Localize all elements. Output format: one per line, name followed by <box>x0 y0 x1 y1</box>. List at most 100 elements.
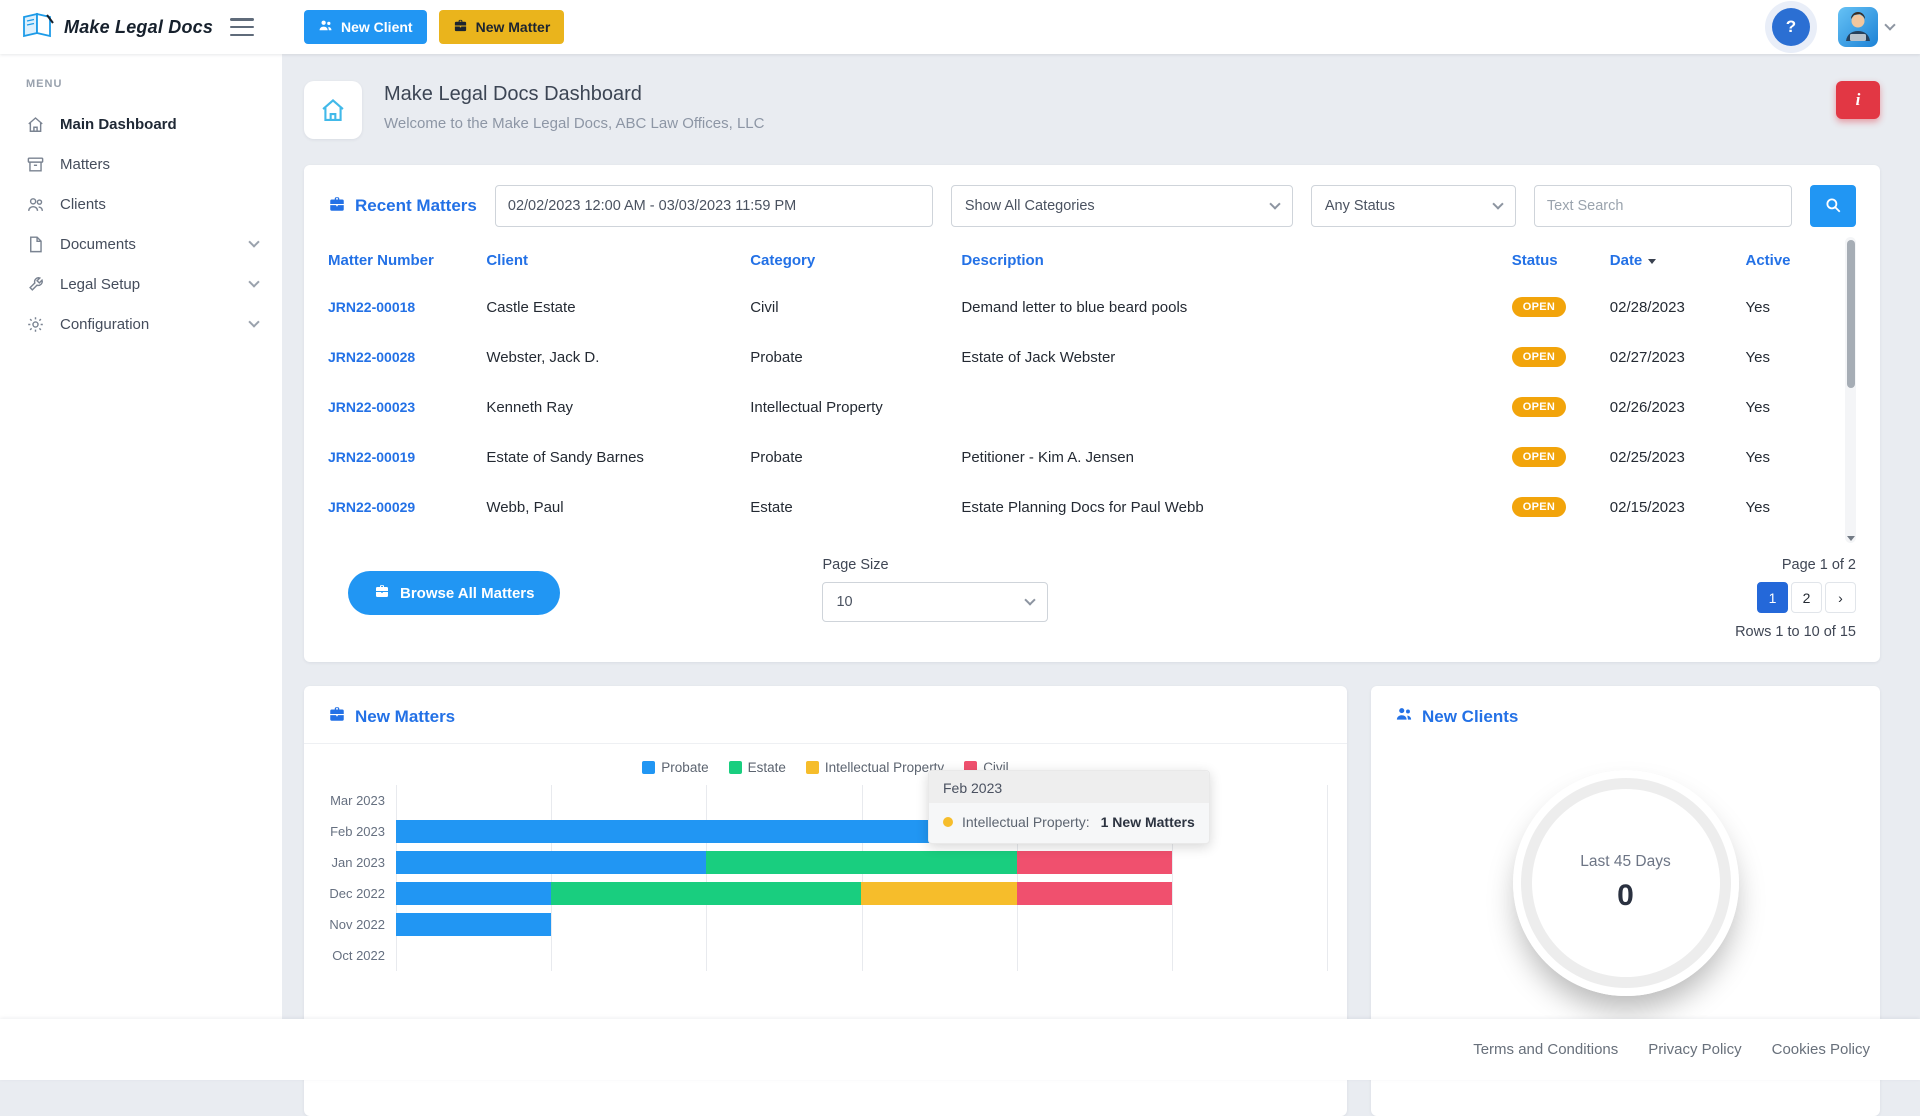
bar-segment-probate[interactable] <box>396 882 551 905</box>
help-button[interactable]: ? <box>1772 8 1810 46</box>
footer-link-privacy-policy[interactable]: Privacy Policy <box>1648 1041 1741 1058</box>
scrollbar-down-arrow-icon[interactable] <box>1845 536 1856 541</box>
scrollbar-thumb[interactable] <box>1847 240 1855 388</box>
new-clients-gauge: Last 45 Days 0 <box>1513 770 1739 996</box>
pagination-block: Page 1 of 2 12› Rows 1 to 10 of 15 <box>1735 557 1856 640</box>
active-cell: Yes <box>1745 482 1836 532</box>
page-button-›[interactable]: › <box>1825 582 1856 613</box>
matter-number-link[interactable]: JRN22-00018 <box>328 299 415 315</box>
footer-link-terms-and-conditions[interactable]: Terms and Conditions <box>1473 1041 1618 1058</box>
chevron-down-icon <box>1269 198 1280 209</box>
chart-row-jan-2023 <box>396 847 1327 878</box>
info-button[interactable]: i <box>1836 81 1880 119</box>
description-cell: Demand letter to blue beard pools <box>961 282 1511 332</box>
chart-category-label: Oct 2022 <box>304 940 396 971</box>
page-button-1[interactable]: 1 <box>1757 582 1788 613</box>
category-cell <box>750 532 961 543</box>
new-client-label: New Client <box>341 19 413 35</box>
status-filter-select[interactable]: Any Status <box>1311 185 1516 227</box>
description-cell <box>961 532 1511 543</box>
chart-row-oct-2022 <box>396 940 1327 971</box>
matters-table: Matter NumberClientCategoryDescriptionSt… <box>328 237 1836 543</box>
legend-item-probate[interactable]: Probate <box>642 760 708 775</box>
table-row: JRN22-00023Kenneth RayIntellectual Prope… <box>328 382 1836 432</box>
status-badge: OPEN <box>1512 397 1566 417</box>
hamburger-menu-icon[interactable] <box>230 18 254 36</box>
footer-link-cookies-policy[interactable]: Cookies Policy <box>1772 1041 1870 1058</box>
date-range-input[interactable] <box>495 185 933 227</box>
bar-segment-probate[interactable] <box>396 851 706 874</box>
matter-number-link[interactable]: JRN22-00019 <box>328 449 415 465</box>
chart-category-label: Jan 2023 <box>304 847 396 878</box>
page-size-select[interactable]: 10 <box>822 582 1048 622</box>
table-header-row: Matter NumberClientCategoryDescriptionSt… <box>328 237 1836 282</box>
chart-category-label: Nov 2022 <box>304 909 396 940</box>
category-cell: Intellectual Property <box>750 382 961 432</box>
new-matter-button[interactable]: New Matter <box>439 10 565 44</box>
chevron-down-icon <box>248 276 259 287</box>
pagination: 12› <box>1735 582 1856 613</box>
legend-swatch <box>729 761 742 774</box>
category-cell: Probate <box>750 432 961 482</box>
user-menu[interactable] <box>1838 7 1894 47</box>
clients-icon <box>318 18 333 36</box>
bar-segment-intellectual-property[interactable] <box>861 882 1016 905</box>
column-header-date[interactable]: Date <box>1610 237 1746 282</box>
bar-segment-probate[interactable] <box>396 913 551 936</box>
category-cell: Civil <box>750 282 961 332</box>
sidebar-item-configuration[interactable]: Configuration <box>0 304 282 344</box>
bar-segment-estate[interactable] <box>706 851 1016 874</box>
description-cell: Petitioner - Kim A. Jensen <box>961 432 1511 482</box>
matter-number-link[interactable]: JRN22-00023 <box>328 399 415 415</box>
sidebar: MENU Main DashboardMattersClientsDocumen… <box>0 54 282 1080</box>
bar-segment-estate[interactable] <box>551 882 861 905</box>
table-row: OPEN <box>328 532 1836 543</box>
sidebar-item-legal-setup[interactable]: Legal Setup <box>0 264 282 304</box>
table-scrollbar[interactable] <box>1845 237 1856 543</box>
configuration-icon <box>26 315 45 334</box>
gauge-wrap: Last 45 Days 0 <box>1395 770 1856 996</box>
search-input[interactable] <box>1534 185 1792 227</box>
recent-matters-footer: Browse All Matters Page Size 10 Page 1 o… <box>328 557 1856 640</box>
app-logo[interactable]: Make Legal Docs <box>20 11 213 44</box>
tooltip-title: Feb 2023 <box>929 771 1209 803</box>
legend-item-estate[interactable]: Estate <box>729 760 786 775</box>
browse-all-matters-button[interactable]: Browse All Matters <box>348 571 560 615</box>
page-button-2[interactable]: 2 <box>1791 582 1822 613</box>
date-cell: 02/15/2023 <box>1610 482 1746 532</box>
table-row: JRN22-00018 Castle EstateCivilDemand lett… <box>328 282 1836 332</box>
client-cell: Castle Estate <box>486 282 750 332</box>
matter-number-link[interactable]: JRN22-00028 <box>328 349 415 365</box>
client-cell <box>486 532 750 543</box>
sidebar-item-documents[interactable]: Documents <box>0 224 282 264</box>
chart-category-label: Dec 2022 <box>304 878 396 909</box>
date-cell: 02/27/2023 <box>1610 332 1746 382</box>
sidebar-item-matters[interactable]: Matters <box>0 144 282 184</box>
bar-segment-probate[interactable] <box>396 820 1017 843</box>
bar-segment-civil[interactable] <box>1017 882 1172 905</box>
client-cell: Webb, Paul <box>486 482 750 532</box>
search-button[interactable] <box>1810 185 1856 227</box>
tooltip-body: Intellectual Property: 1 New Matters <box>929 803 1209 843</box>
status-badge: OPEN <box>1512 447 1566 467</box>
page-size-block: Page Size 10 <box>822 557 1048 622</box>
briefcase-icon <box>328 195 346 218</box>
tooltip-series-dot <box>943 817 953 827</box>
page-subtitle: Welcome to the Make Legal Docs, ABC Law … <box>384 115 764 132</box>
page-info: Page 1 of 2 <box>1735 557 1856 573</box>
clients-icon <box>26 195 45 214</box>
bar-segment-civil[interactable] <box>1017 851 1172 874</box>
new-client-button[interactable]: New Client <box>304 10 427 44</box>
gauge-label: Last 45 Days <box>1580 853 1670 871</box>
sidebar-item-main-dashboard[interactable]: Main Dashboard <box>0 104 282 144</box>
legend-item-intellectual-property[interactable]: Intellectual Property <box>806 760 944 775</box>
page-title: Make Legal Docs Dashboard <box>384 83 764 106</box>
matter-number-link[interactable]: JRN22-00029 <box>328 499 415 515</box>
sidebar-item-clients[interactable]: Clients <box>0 184 282 224</box>
status-badge: OPEN <box>1512 297 1566 317</box>
description-cell <box>961 382 1511 432</box>
rows-info: Rows 1 to 10 of 15 <box>1735 624 1856 640</box>
date-cell: 02/26/2023 <box>1610 382 1746 432</box>
category-filter-select[interactable]: Show All Categories <box>951 185 1293 227</box>
menu-label: MENU <box>26 78 282 90</box>
